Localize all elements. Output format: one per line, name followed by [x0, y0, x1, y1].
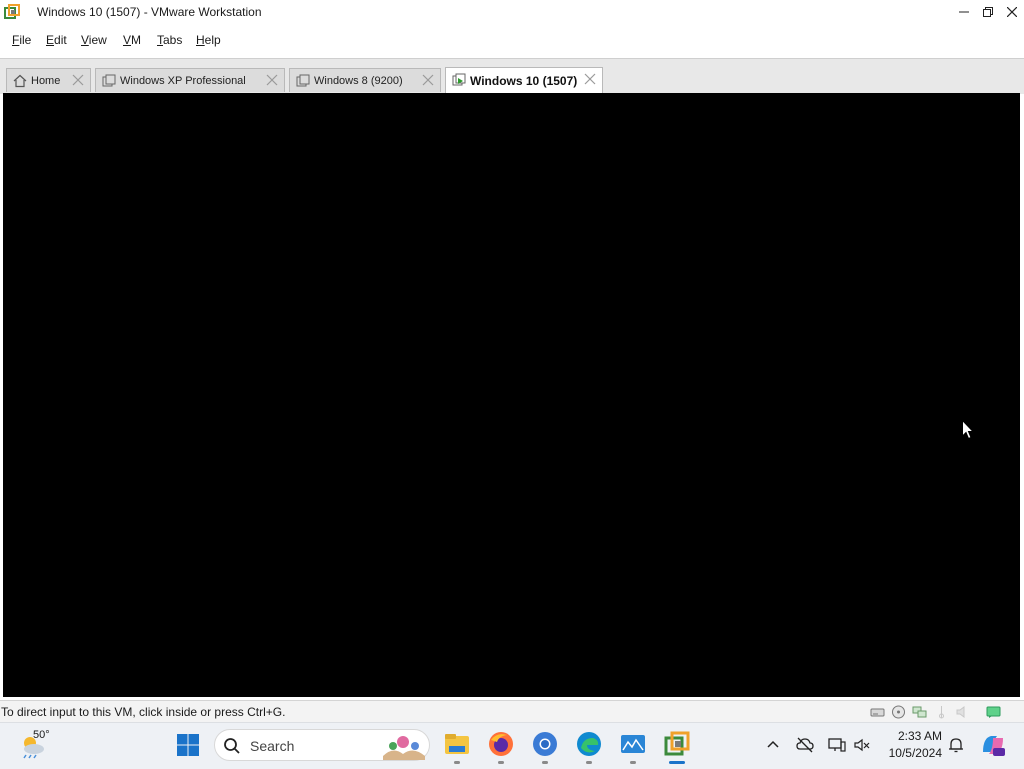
minimize-icon [959, 11, 969, 13]
tab-windows-8-label: Windows 8 (9200) [314, 75, 403, 87]
menu-edit-label: dit [54, 33, 67, 47]
usb-icon[interactable] [934, 705, 949, 719]
tab-home[interactable]: Home [6, 68, 91, 92]
tab-windows-8[interactable]: Windows 8 (9200) [289, 68, 441, 92]
menu-help[interactable]: Help [196, 33, 221, 47]
tab-windows-xp[interactable]: Windows XP Professional [95, 68, 285, 92]
copilot-icon[interactable] [980, 732, 1006, 758]
close-icon[interactable] [422, 74, 434, 86]
network-icon[interactable] [912, 705, 927, 719]
file-explorer-icon[interactable] [443, 730, 471, 758]
vm-icon [296, 74, 310, 87]
taskbar: 50° Search 2:33 AM 10/5/2024 [0, 722, 1024, 769]
menu-vm-label: M [131, 33, 142, 47]
close-button[interactable] [1000, 0, 1024, 24]
clock-time[interactable]: 2:33 AM [880, 729, 942, 743]
photos-icon[interactable] [619, 730, 647, 758]
vmware-icon[interactable] [663, 730, 691, 758]
menu-view-label: iew [88, 33, 107, 47]
cloud-off-icon[interactable] [796, 736, 814, 754]
vm-display[interactable] [3, 93, 1020, 697]
menu-view[interactable]: View [81, 33, 107, 47]
chevron-up-icon[interactable] [764, 736, 782, 754]
hard-disk-icon[interactable] [870, 705, 885, 719]
search-icon [224, 738, 240, 754]
firefox-indicator [498, 761, 504, 764]
search-highlight-icon [383, 736, 425, 760]
title-bar[interactable]: Windows 10 (1507) - VMware Workstation [0, 0, 1024, 24]
menu-tabs-label: abs [163, 33, 183, 47]
menu-tabs[interactable]: Tabs [157, 33, 182, 47]
window-title: Windows 10 (1507) - VMware Workstation [37, 5, 262, 19]
display-icon[interactable] [828, 736, 846, 754]
status-message: To direct input to this VM, click inside… [1, 705, 286, 719]
start-button[interactable] [176, 733, 200, 757]
vm-icon [102, 74, 116, 87]
close-icon[interactable] [72, 74, 84, 86]
menu-file-label: ile [19, 33, 32, 47]
menu-view-accel: V [81, 33, 89, 47]
menu-bar: File Edit View VM Tabs Help [0, 28, 1024, 52]
firefox-icon[interactable] [487, 730, 515, 758]
minimize-button[interactable] [952, 0, 976, 24]
vmware-app-icon [4, 4, 20, 19]
notification-bell-icon[interactable] [947, 736, 965, 754]
menu-help-accel: H [196, 33, 205, 47]
menu-vm[interactable]: VM [123, 33, 141, 47]
photos-indicator [630, 761, 636, 764]
restore-icon [983, 7, 993, 17]
sound-icon[interactable] [955, 705, 970, 719]
search-placeholder: Search [250, 738, 295, 754]
chrome-indicator [542, 761, 548, 764]
edge-indicator [586, 761, 592, 764]
chrome-icon[interactable] [531, 730, 559, 758]
audio-icon[interactable] [853, 736, 871, 754]
clock-date[interactable]: 10/5/2024 [880, 746, 942, 760]
close-icon[interactable] [584, 73, 596, 85]
tab-home-label: Home [31, 75, 61, 87]
close-icon [1007, 7, 1017, 17]
tab-windows-10[interactable]: Windows 10 (1507) [445, 67, 603, 93]
menu-help-label: elp [204, 33, 221, 47]
tab-strip: Home Windows XP Professional Windows 8 (… [0, 58, 1024, 94]
cd-icon[interactable] [891, 705, 906, 719]
menu-vm-accel: V [123, 33, 132, 47]
status-bar: To direct input to this VM, click inside… [0, 700, 1024, 723]
taskbar-search-box[interactable]: Search [214, 729, 430, 761]
home-icon [13, 74, 27, 88]
message-icon[interactable] [986, 705, 1001, 719]
weather-temperature: 50° [33, 729, 50, 741]
tab-windows-xp-label: Windows XP Professional [120, 75, 246, 87]
restore-button[interactable] [976, 0, 1000, 24]
menu-edit-accel: E [46, 33, 55, 47]
close-icon[interactable] [266, 74, 278, 86]
tab-windows-10-label: Windows 10 (1507) [470, 74, 578, 88]
file-explorer-indicator [454, 761, 460, 764]
vmware-indicator [669, 761, 685, 764]
edge-icon[interactable] [575, 730, 603, 758]
mouse-cursor-icon [962, 420, 974, 440]
menu-file[interactable]: File [12, 33, 31, 47]
menu-edit[interactable]: Edit [46, 33, 67, 47]
vm-running-icon [452, 73, 466, 86]
